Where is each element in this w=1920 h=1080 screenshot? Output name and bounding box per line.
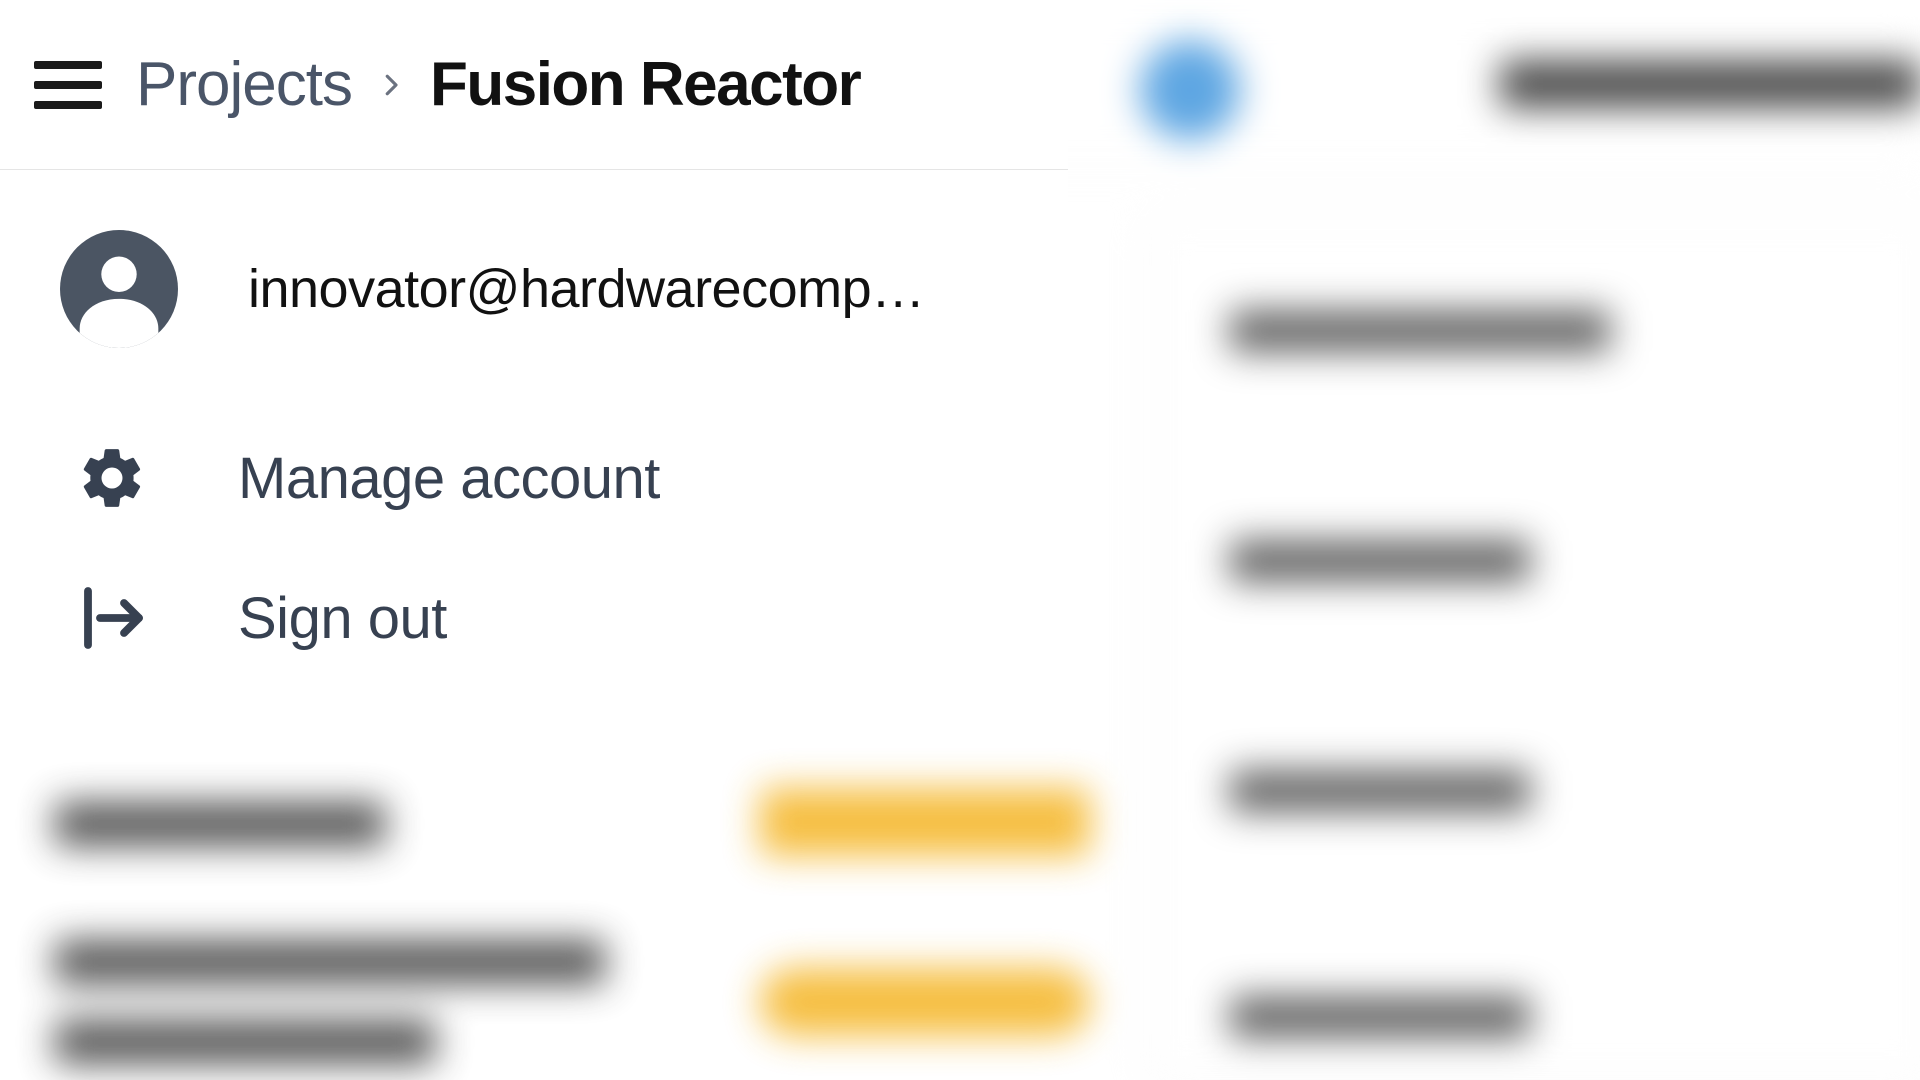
sign-out-item[interactable]: Sign out — [0, 548, 1068, 688]
breadcrumb-current: Fusion Reactor — [430, 52, 860, 118]
gear-icon — [72, 442, 152, 514]
user-info-row: innovator@hardwarecomp… — [0, 220, 1068, 408]
user-email-text: innovator@hardwarecomp… — [248, 258, 925, 320]
account-dropdown-panel: innovator@hardwarecomp… Manage account S… — [0, 170, 1068, 738]
breadcrumb-parent-link[interactable]: Projects — [136, 49, 352, 120]
app-header: Projects Fusion Reactor — [0, 0, 1068, 170]
manage-account-label: Manage account — [238, 445, 660, 512]
user-avatar-icon — [60, 230, 178, 348]
manage-account-item[interactable]: Manage account — [0, 408, 1068, 548]
sign-out-label: Sign out — [238, 585, 447, 652]
sign-out-icon — [72, 582, 152, 654]
chevron-right-icon — [376, 65, 406, 105]
breadcrumb: Projects Fusion Reactor — [136, 49, 860, 120]
hamburger-menu-button[interactable] — [34, 61, 102, 109]
